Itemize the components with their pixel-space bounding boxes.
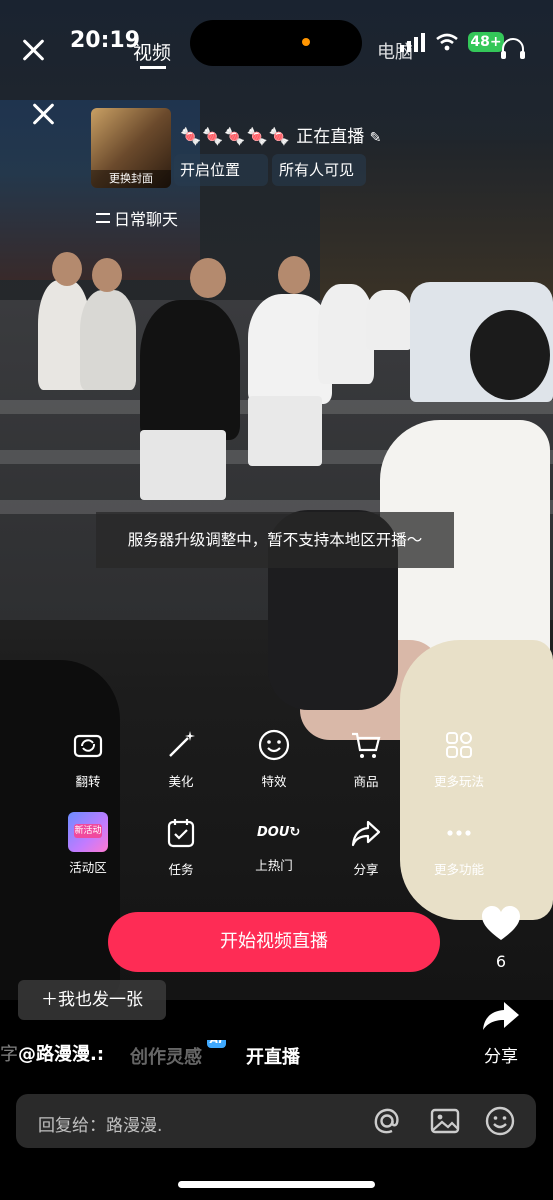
edit-icon[interactable]: ✎ — [370, 130, 382, 146]
tool-label: 活动区 — [69, 860, 107, 875]
share-label: 分享 — [484, 1047, 518, 1067]
tool-promote[interactable]: DOU↻ 上热门 — [228, 816, 320, 874]
person — [366, 290, 412, 350]
tool-label: 特效 — [261, 774, 287, 789]
signal-icon — [400, 33, 425, 52]
tool-label: 美化 — [168, 774, 194, 789]
person — [80, 290, 136, 390]
heart-icon — [482, 906, 520, 940]
like-count: 6 — [495, 952, 507, 971]
flip-camera-icon — [73, 734, 103, 758]
toast-message: 服务器升级调整中，暂不支持本地区开播～ — [96, 512, 454, 568]
tool-label: 分享 — [353, 862, 379, 877]
caption-bar: 字@路漫漫.: 创作灵感 AI 开直播 — [0, 1040, 460, 1070]
headphone-icon[interactable] — [500, 38, 526, 60]
tool-effects[interactable]: 特效 — [228, 728, 320, 790]
dou-plus-icon: DOU↻ — [257, 825, 301, 840]
tool-products[interactable]: 商品 — [320, 728, 412, 790]
share-button[interactable]: 分享 — [478, 1000, 524, 1067]
emoji-icon[interactable] — [484, 1105, 516, 1137]
like-button[interactable]: 6 — [478, 906, 524, 971]
author-name[interactable]: 字@路漫漫.: — [0, 1040, 104, 1066]
wifi-icon — [436, 33, 458, 51]
tool-activity[interactable]: 新活动 活动区 — [42, 812, 134, 876]
magic-wand-icon — [169, 731, 195, 757]
reply-placeholder: 回复给：路漫漫. — [38, 1116, 163, 1136]
tool-label: 上热门 — [255, 858, 293, 873]
location-toggle[interactable]: 开启位置 — [180, 156, 240, 184]
mention-icon[interactable] — [371, 1105, 403, 1137]
tool-label: 商品 — [353, 774, 379, 789]
tool-label: 任务 — [168, 862, 194, 877]
ai-badge: AI — [207, 1040, 226, 1048]
share-arrow-icon — [483, 1002, 519, 1030]
close-live-setup-icon[interactable] — [30, 100, 58, 128]
share-icon — [351, 820, 381, 847]
image-icon[interactable] — [429, 1105, 461, 1137]
home-indicator — [178, 1181, 375, 1188]
more-icon — [447, 830, 471, 836]
live-title[interactable]: 🍬🍬🍬🍬🍬 正在直播 ✎ — [180, 122, 381, 147]
battery-indicator: 48+ — [468, 32, 504, 52]
live-status-text: 正在直播 — [296, 127, 365, 147]
activity-thumb-icon: 新活动 — [68, 812, 108, 852]
close-icon[interactable] — [20, 36, 48, 64]
tool-share[interactable]: 分享 — [320, 816, 412, 878]
reply-input[interactable]: 回复给：路漫漫. — [16, 1094, 536, 1148]
tool-flip[interactable]: 翻转 — [42, 728, 134, 790]
change-cover-label[interactable]: 更换封面 — [91, 170, 171, 188]
tool-more-play[interactable]: 更多玩法 — [413, 728, 505, 790]
tool-label: 更多玩法 — [433, 774, 484, 789]
smiley-icon — [258, 729, 290, 761]
dynamic-island — [190, 20, 362, 66]
tool-tasks[interactable]: 任务 — [135, 816, 227, 878]
grid-icon — [446, 732, 472, 758]
task-icon — [167, 819, 195, 848]
start-live-link[interactable]: 开直播 — [246, 1043, 300, 1069]
list-icon — [96, 213, 110, 223]
tool-label: 翻转 — [75, 774, 101, 789]
tab-video[interactable]: 视频 — [133, 38, 171, 65]
visibility-selector[interactable]: 所有人可见 — [279, 156, 354, 184]
status-time: 20:19 — [70, 28, 141, 53]
cart-icon — [352, 732, 381, 758]
tool-beautify[interactable]: 美化 — [135, 728, 227, 790]
tool-label: 更多功能 — [433, 862, 484, 877]
category-selector[interactable]: 日常聊天 — [96, 206, 178, 230]
title-decoration: 🍬🍬🍬🍬🍬 — [180, 127, 291, 147]
person — [140, 300, 240, 440]
privacy-dot — [302, 38, 310, 46]
tool-more-functions[interactable]: 更多功能 — [413, 816, 505, 878]
tab-indicator — [140, 66, 166, 69]
cover-image[interactable]: 更换封面 — [91, 108, 171, 188]
status-bar: 20:19 视频 电脑 48+ — [0, 0, 553, 69]
start-live-button[interactable]: 开始视频直播 — [108, 912, 440, 972]
inspiration-link[interactable]: 创作灵感 — [130, 1043, 202, 1069]
post-also-button[interactable]: ＋我也发一张 — [18, 980, 166, 1020]
